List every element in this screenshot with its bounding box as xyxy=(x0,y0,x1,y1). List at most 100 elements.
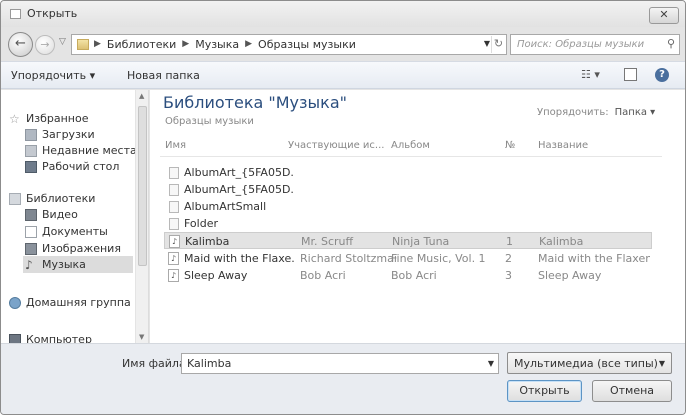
file-album: Bob Acri xyxy=(391,269,437,282)
image-file-icon xyxy=(169,218,179,230)
computer-icon xyxy=(9,333,21,343)
sidebar-item-computer[interactable]: Компьютер xyxy=(9,331,92,343)
sidebar-item-label: Музыка xyxy=(42,258,86,271)
column-header-album[interactable]: Альбом xyxy=(391,140,430,156)
sidebar-item-recent-places[interactable]: Недавние места xyxy=(25,142,137,159)
sidebar-scrollbar[interactable]: ▲ ▼ xyxy=(135,90,148,343)
header-divider xyxy=(160,156,662,157)
star-icon: ☆ xyxy=(9,111,20,126)
filename-input[interactable]: Kalimba ▼ xyxy=(181,353,499,374)
chevron-down-icon[interactable]: ▼ xyxy=(488,359,494,368)
search-placeholder: Поиск: Образцы музыки xyxy=(517,39,645,50)
scroll-down-icon[interactable]: ▼ xyxy=(139,333,144,341)
sidebar-item-label: Изображения xyxy=(42,242,121,255)
file-name: AlbumArt_{5FA05D... xyxy=(184,183,294,196)
table-row[interactable]: ♪ Maid with the Flaxe... Richard Stoltzm… xyxy=(164,250,652,267)
sidebar-item-label: Домашняя группа xyxy=(26,296,131,309)
sidebar-item-documents[interactable]: Документы xyxy=(25,223,108,240)
file-name: Maid with the Flaxe... xyxy=(184,252,294,265)
homegroup-icon xyxy=(9,296,21,309)
breadcrumb-sample-music[interactable]: Образцы музыки xyxy=(258,38,356,51)
file-artist: Mr. Scruff xyxy=(301,235,354,248)
search-input[interactable]: Поиск: Образцы музыки ⚲ xyxy=(510,34,680,55)
scrollbar-thumb[interactable] xyxy=(138,106,147,266)
column-header-number[interactable]: № xyxy=(505,140,515,156)
table-row[interactable]: Folder xyxy=(164,215,652,232)
address-bar[interactable]: ▶ Библиотеки ▶ Музыка ▶ Образцы музыки ▼… xyxy=(71,34,507,55)
image-file-icon xyxy=(169,184,179,196)
back-button[interactable]: ← xyxy=(8,32,33,57)
sidebar-item-libraries[interactable]: Библиотеки xyxy=(9,190,95,207)
sidebar-item-label: Недавние места xyxy=(42,144,137,157)
breadcrumb-music[interactable]: Музыка xyxy=(195,38,239,51)
file-title: Kalimba xyxy=(539,235,584,248)
table-row[interactable]: ♪ Sleep Away Bob Acri Bob Acri 3 Sleep A… xyxy=(164,267,652,284)
image-file-icon xyxy=(169,167,179,179)
column-header-title[interactable]: Название xyxy=(538,140,588,156)
libraries-icon xyxy=(9,192,21,205)
sidebar-item-label: Документы xyxy=(42,225,108,238)
table-row[interactable]: AlbumArt_{5FA05D... xyxy=(164,164,652,181)
breadcrumb-libraries[interactable]: Библиотеки xyxy=(107,38,176,51)
sidebar-item-favorites[interactable]: ☆ Избранное xyxy=(9,110,88,127)
music-icon: ♪ xyxy=(25,257,33,272)
sidebar-item-downloads[interactable]: Загрузки xyxy=(25,126,95,143)
library-title: Библиотека "Музыка" xyxy=(163,93,347,112)
breadcrumb: ▶ Библиотеки ▶ Музыка ▶ Образцы музыки xyxy=(94,38,356,51)
images-icon xyxy=(25,242,37,255)
video-icon xyxy=(25,208,37,221)
window-title: Открыть xyxy=(27,7,78,20)
address-dropdown-icon[interactable]: ▼ xyxy=(484,39,490,48)
close-button[interactable]: ✕ xyxy=(649,7,679,24)
navigation-pane: ☆ Избранное Загрузки Недавние места Рабо… xyxy=(1,90,149,343)
preview-pane-icon[interactable] xyxy=(624,68,637,81)
file-album: Fine Music, Vol. 1 xyxy=(391,252,486,265)
sidebar-item-label: Библиотеки xyxy=(26,192,96,205)
refresh-icon[interactable]: ↻ xyxy=(491,36,505,53)
desktop-icon xyxy=(25,160,37,173)
file-artist: Bob Acri xyxy=(300,269,346,282)
file-name: Folder xyxy=(184,217,218,230)
filename-value: Kalimba xyxy=(187,357,232,370)
file-name: AlbumArtSmall xyxy=(184,200,267,213)
filename-label: Имя файла: xyxy=(122,357,190,370)
table-row-selected[interactable]: ♪ Kalimba Mr. Scruff Ninja Tuna 1 Kalimb… xyxy=(164,232,652,249)
scroll-up-icon[interactable]: ▲ xyxy=(139,92,144,100)
sidebar-item-images[interactable]: Изображения xyxy=(25,240,121,257)
change-view-icon[interactable]: ☷ ▾ xyxy=(581,68,600,81)
forward-button[interactable]: → xyxy=(35,35,55,55)
column-header-artists[interactable]: Участвующие ис... xyxy=(288,140,384,156)
table-row[interactable]: AlbumArt_{5FA05D... xyxy=(164,181,652,198)
library-subtitle: Образцы музыки xyxy=(165,116,254,127)
file-list-pane: Библиотека "Музыка" Образцы музыки Упоря… xyxy=(150,90,685,343)
chevron-right-icon: ▶ xyxy=(245,39,253,49)
table-row[interactable]: AlbumArtSmall xyxy=(164,198,652,215)
new-folder-button[interactable]: Новая папка xyxy=(127,69,200,82)
file-title: Maid with the Flaxen H... xyxy=(538,252,650,265)
file-track-number: 3 xyxy=(505,269,512,282)
file-track-number: 2 xyxy=(505,252,512,265)
recent-places-icon xyxy=(25,144,37,157)
arrange-label: Упорядочить: xyxy=(537,107,609,118)
dialog-footer: Имя файла: Kalimba ▼ Мультимедиа (все ти… xyxy=(1,343,685,414)
organize-button[interactable]: Упорядочить ▾ xyxy=(11,69,95,82)
file-artist: Richard Stoltzman... xyxy=(300,252,396,265)
cancel-button[interactable]: Отмена xyxy=(592,380,672,402)
help-icon[interactable]: ? xyxy=(655,68,669,82)
file-type-select[interactable]: Мультимедиа (все типы) ▼ xyxy=(507,352,672,374)
sidebar-item-music[interactable]: ♪ Музыка xyxy=(23,256,133,273)
sidebar-item-label: Избранное xyxy=(26,112,89,125)
file-album: Ninja Tuna xyxy=(392,235,450,248)
audio-file-icon: ♪ xyxy=(168,252,179,265)
open-button[interactable]: Открыть xyxy=(507,380,582,402)
recent-pages-dropdown-icon[interactable]: ▽ xyxy=(59,37,66,47)
downloads-icon xyxy=(25,128,37,141)
open-file-dialog: Открыть ✕ ← → ▽ ▶ Библиотеки ▶ Музыка ▶ … xyxy=(0,0,686,415)
command-toolbar: Упорядочить ▾ Новая папка ☷ ▾ ? xyxy=(1,61,685,89)
arrange-dropdown[interactable]: Папка ▾ xyxy=(615,107,656,118)
chevron-right-icon: ▶ xyxy=(94,39,101,49)
sidebar-item-homegroup[interactable]: Домашняя группа xyxy=(9,294,131,311)
column-header-name[interactable]: Имя xyxy=(165,140,186,156)
sidebar-item-video[interactable]: Видео xyxy=(25,206,78,223)
sidebar-item-desktop[interactable]: Рабочий стол xyxy=(25,158,119,175)
